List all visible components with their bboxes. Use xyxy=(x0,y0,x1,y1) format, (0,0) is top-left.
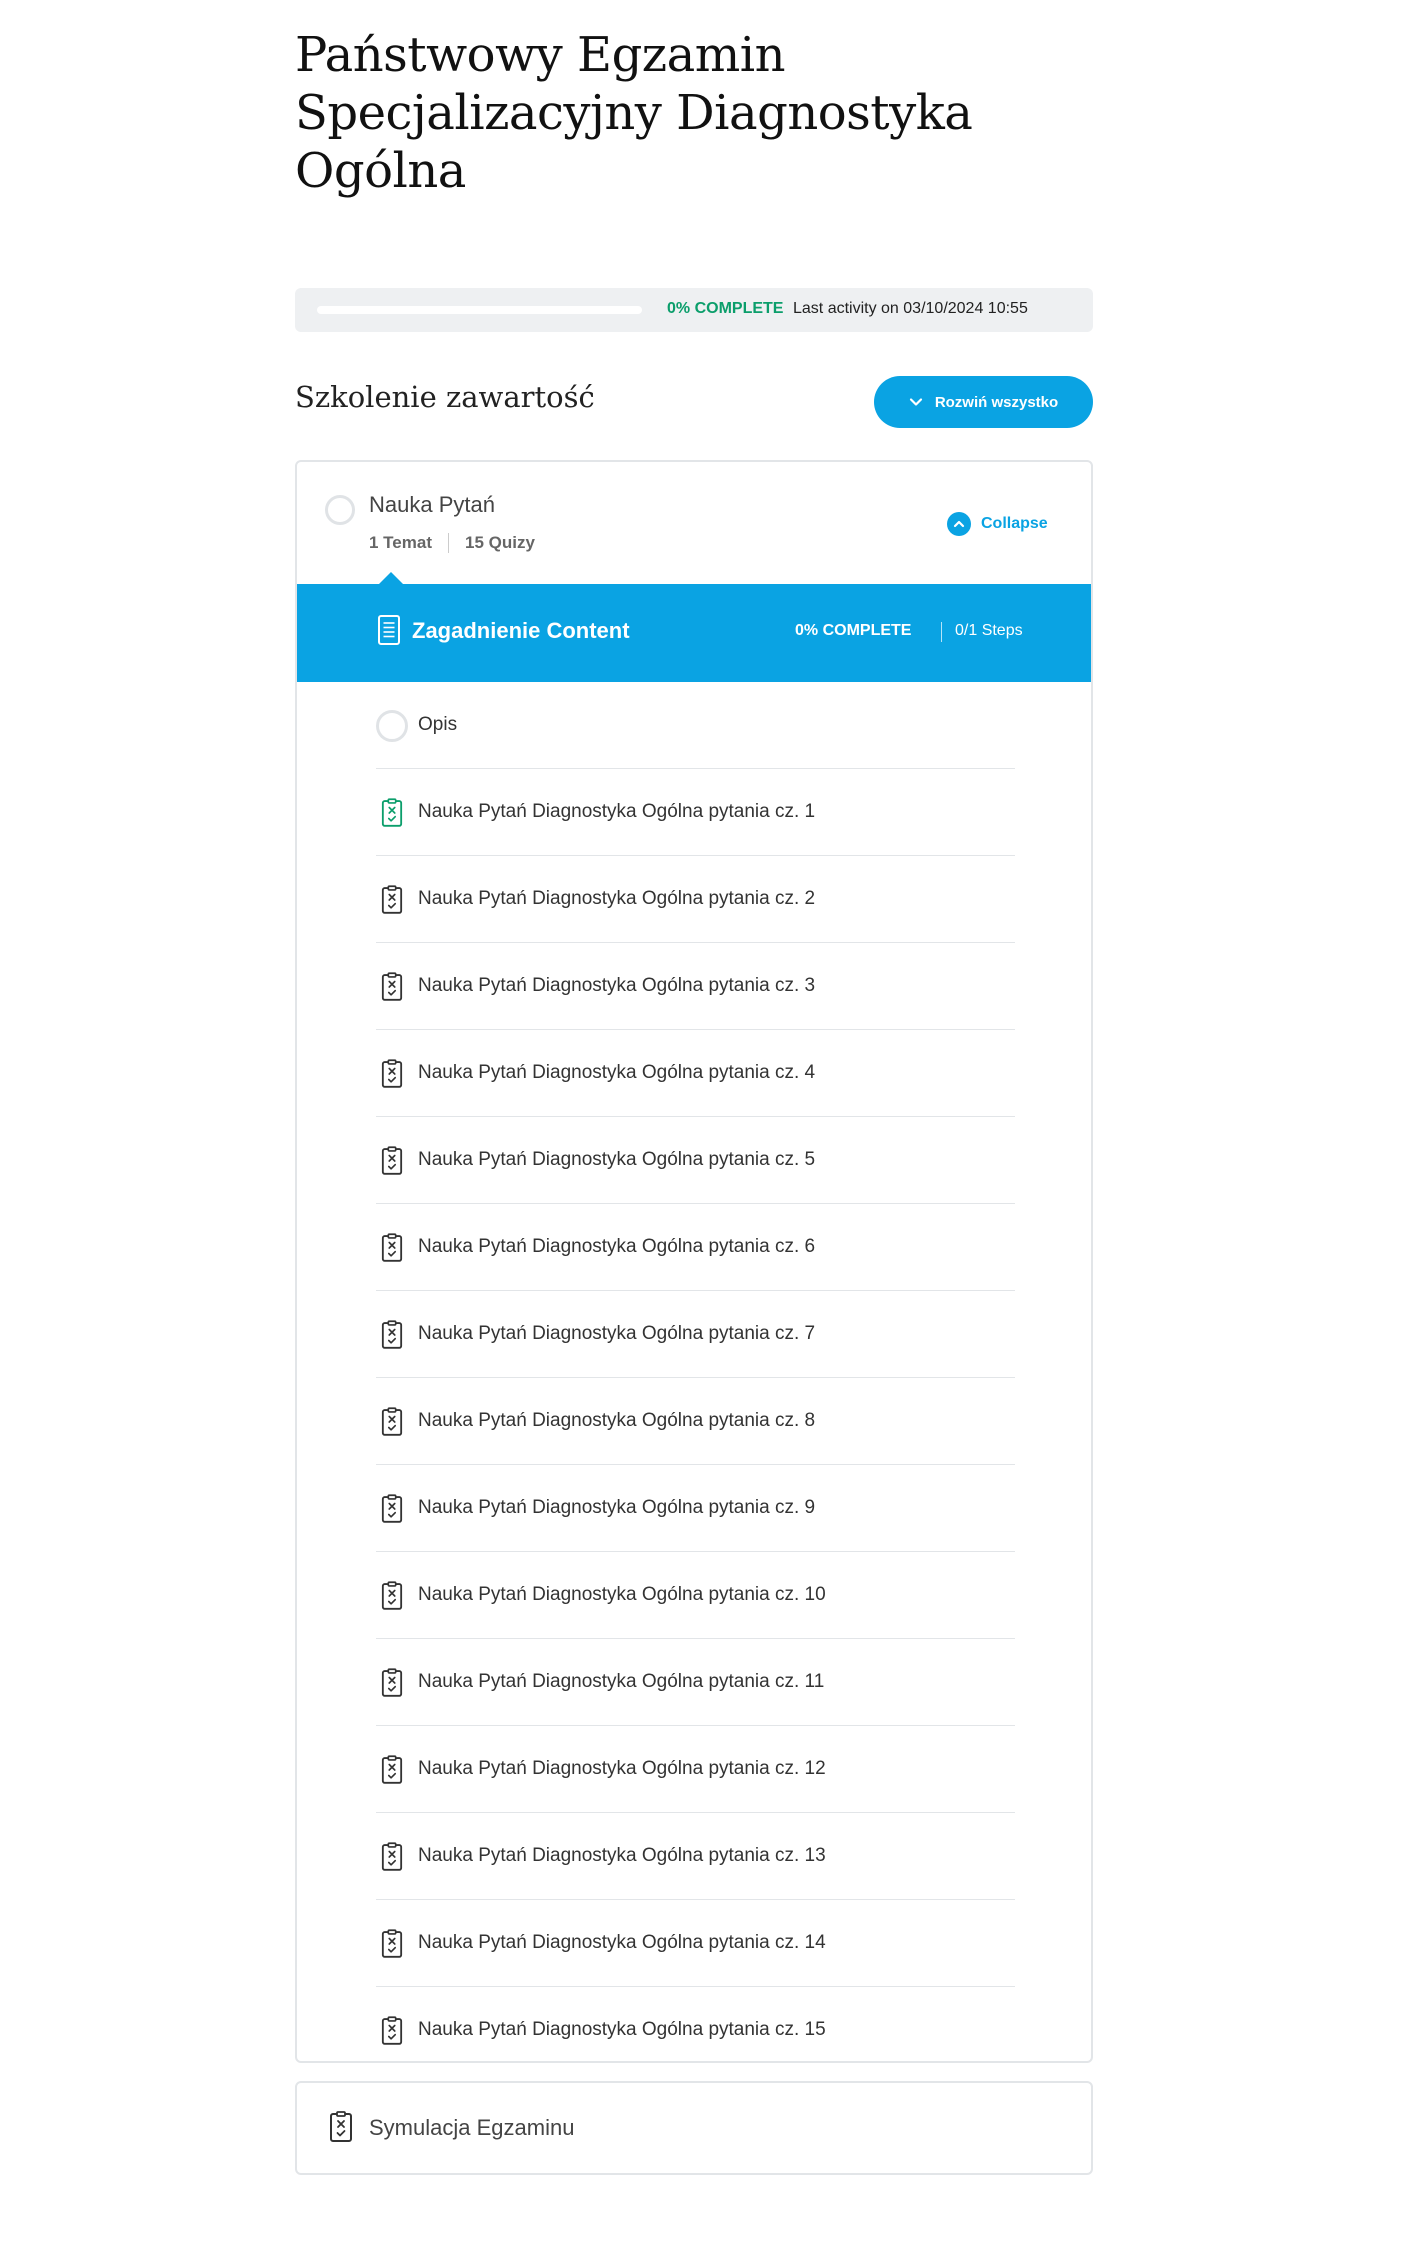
step-label: Nauka Pytań Diagnostyka Ogólna pytania c… xyxy=(418,1149,816,1170)
step-item[interactable]: Opis xyxy=(376,682,1015,769)
step-item[interactable]: Nauka Pytań Diagnostyka Ogólna pytania c… xyxy=(376,769,1015,856)
meta-divider xyxy=(448,533,449,553)
topic-notch xyxy=(379,572,403,584)
step-label: Nauka Pytań Diagnostyka Ogólna pytania c… xyxy=(418,1410,816,1431)
chevron-up-icon xyxy=(947,512,971,536)
step-item[interactable]: Nauka Pytań Diagnostyka Ogólna pytania c… xyxy=(376,1465,1015,1552)
topic-title: Zagadnienie Content xyxy=(412,618,630,643)
step-label: Nauka Pytań Diagnostyka Ogólna pytania c… xyxy=(418,1236,816,1257)
progress-label: 0% COMPLETE xyxy=(667,300,784,317)
topic-header[interactable]: Zagadnienie Content 0% COMPLETE 0/1 Step… xyxy=(297,572,1091,682)
step-label: Nauka Pytań Diagnostyka Ogólna pytania c… xyxy=(418,1323,816,1344)
step-item[interactable]: Nauka Pytań Diagnostyka Ogólna pytania c… xyxy=(376,943,1015,1030)
step-label: Nauka Pytań Diagnostyka Ogólna pytania c… xyxy=(418,1671,825,1692)
lesson-meta: 1 Temat 15 Quizy xyxy=(369,533,535,553)
step-item[interactable]: Nauka Pytań Diagnostyka Ogólna pytania c… xyxy=(376,856,1015,943)
topics-count: 1 Temat xyxy=(369,533,432,552)
collapse-button[interactable]: Collapse xyxy=(947,512,1048,536)
topic-progress-label: 0% COMPLETE xyxy=(795,622,912,639)
collapse-label: Collapse xyxy=(981,515,1048,532)
step-item[interactable]: Nauka Pytań Diagnostyka Ogólna pytania c… xyxy=(376,1552,1015,1639)
circle-icon xyxy=(376,710,408,742)
expand-all-label: Rozwiń wszystko xyxy=(934,393,1059,411)
step-label: Nauka Pytań Diagnostyka Ogólna pytania c… xyxy=(418,801,816,822)
quizzes-count: 15 Quizy xyxy=(465,533,535,552)
step-item[interactable]: Nauka Pytań Diagnostyka Ogólna pytania c… xyxy=(376,1900,1015,1987)
step-label: Nauka Pytań Diagnostyka Ogólna pytania c… xyxy=(418,1497,816,1518)
exam-simulation-item[interactable]: Symulacja Egzaminu xyxy=(295,2081,1093,2175)
document-icon xyxy=(378,615,400,645)
lesson-card: Nauka Pytań 1 Temat 15 Quizy Collapse Za… xyxy=(295,460,1093,2063)
last-activity: Last activity on 03/10/2024 10:55 xyxy=(793,300,1028,317)
step-label: Nauka Pytań Diagnostyka Ogólna pytania c… xyxy=(418,2019,826,2040)
step-label: Nauka Pytań Diagnostyka Ogólna pytania c… xyxy=(418,1584,826,1605)
step-label: Nauka Pytań Diagnostyka Ogólna pytania c… xyxy=(418,1758,826,1779)
page-title: Państwowy Egzamin Specjalizacyjny Diagno… xyxy=(295,27,973,199)
step-item[interactable]: Nauka Pytań Diagnostyka Ogólna pytania c… xyxy=(376,1378,1015,1465)
section-heading: Szkolenie zawartość xyxy=(295,380,595,414)
step-item[interactable]: Nauka Pytań Diagnostyka Ogólna pytania c… xyxy=(376,1117,1015,1204)
step-item[interactable]: Nauka Pytań Diagnostyka Ogólna pytania c… xyxy=(376,1030,1015,1117)
step-label: Nauka Pytań Diagnostyka Ogólna pytania c… xyxy=(418,888,816,909)
lesson-status-circle-icon xyxy=(325,495,355,525)
step-label: Nauka Pytań Diagnostyka Ogólna pytania c… xyxy=(418,1932,826,1953)
lesson-title[interactable]: Nauka Pytań xyxy=(369,492,495,518)
exam-simulation-label: Symulacja Egzaminu xyxy=(369,2115,575,2140)
step-item[interactable]: Nauka Pytań Diagnostyka Ogólna pytania c… xyxy=(376,1726,1015,1813)
expand-all-button[interactable]: Rozwiń wszystko xyxy=(874,376,1093,428)
step-item[interactable]: Nauka Pytań Diagnostyka Ogólna pytania c… xyxy=(376,1813,1015,1900)
chevron-down-icon xyxy=(909,398,922,406)
progress-bar xyxy=(317,306,642,314)
step-item[interactable]: Nauka Pytań Diagnostyka Ogólna pytania c… xyxy=(376,1204,1015,1291)
topic-steps-label: 0/1 Steps xyxy=(955,622,1023,639)
step-list: Opis Nauka Pytań Diagnostyka Ogólna pytan… xyxy=(376,682,1015,2073)
quiz-icon xyxy=(330,2111,352,2142)
step-item[interactable]: Nauka Pytań Diagnostyka Ogólna pytania c… xyxy=(376,1639,1015,1726)
topic-divider xyxy=(941,622,942,642)
step-label: Nauka Pytań Diagnostyka Ogólna pytania c… xyxy=(418,1062,816,1083)
step-item[interactable]: Nauka Pytań Diagnostyka Ogólna pytania c… xyxy=(376,1987,1015,2073)
step-label: Nauka Pytań Diagnostyka Ogólna pytania c… xyxy=(418,1845,826,1866)
step-label: Nauka Pytań Diagnostyka Ogólna pytania c… xyxy=(418,975,816,996)
progress-box: 0% COMPLETE Last activity on 03/10/2024 … xyxy=(295,288,1093,332)
step-label: Opis xyxy=(418,714,458,735)
step-item[interactable]: Nauka Pytań Diagnostyka Ogólna pytania c… xyxy=(376,1291,1015,1378)
